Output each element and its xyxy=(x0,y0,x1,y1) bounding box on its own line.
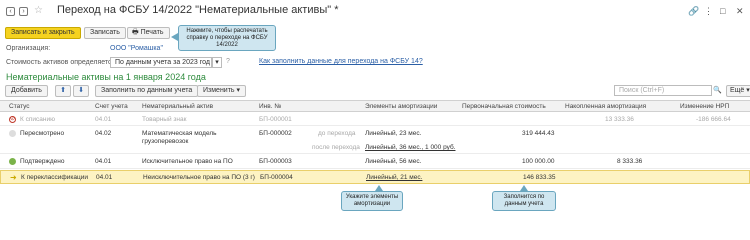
help-icon[interactable]: ? xyxy=(226,58,230,65)
row-asset: Неисключительное право на ПО (3 г) xyxy=(143,174,255,181)
title-bar: ‹ › ☆ Переход на ФСБУ 14/2022 "Нематериа… xyxy=(0,0,750,22)
row-inv: БП-000002 xyxy=(259,130,292,137)
table-header: Статус Счет учета Нематериальный актив И… xyxy=(0,100,750,112)
row-accumulated: 13 333.36 xyxy=(605,116,634,123)
row-inv: БП-000004 xyxy=(260,174,293,181)
row-note-after: после перехода xyxy=(312,144,360,151)
print-button[interactable]: 🖶 Печать xyxy=(127,27,170,39)
row-asset: Математическая модель грузоперевозок xyxy=(142,130,217,145)
help-link[interactable]: Как заполнить данные для перехода на ФСБ… xyxy=(259,58,423,65)
row-amortization[interactable]: Линейный, 23 мес. xyxy=(365,130,421,137)
col-amortization[interactable]: Элементы амортизации xyxy=(365,103,437,110)
status-icon xyxy=(9,130,16,137)
reclassify-arrow-icon: ➜ xyxy=(10,173,17,182)
more-icon[interactable]: ⋮ xyxy=(704,6,713,17)
move-down-icon[interactable]: ⬇ xyxy=(73,85,89,97)
row-status: К переклассификации xyxy=(21,174,88,181)
row-note: до перехода xyxy=(318,130,356,137)
row-accumulated: 8 333.36 xyxy=(617,158,643,165)
col-account[interactable]: Счет учета xyxy=(95,103,128,110)
cost-method-label: Стоимость активов определяется: xyxy=(6,59,118,66)
cost-method-value: По данным учета за 2023 год xyxy=(115,59,210,66)
row-asset: Товарный знак xyxy=(142,116,187,123)
cancel-status-icon: ⊘ xyxy=(9,116,16,123)
more-actions-button[interactable]: Ещё ▾ xyxy=(726,85,750,97)
row-account: 04.02 xyxy=(95,130,112,137)
section-title: Нематериальные активы на 1 января 2024 г… xyxy=(6,72,206,82)
search-input[interactable]: Поиск (Ctrl+F) xyxy=(614,85,712,96)
back-arrow-icon[interactable]: ‹ xyxy=(6,7,15,16)
row-initial-cost: 100 000.00 xyxy=(522,158,555,165)
dropdown-icon[interactable]: ▾ xyxy=(212,57,222,68)
print-label: Печать xyxy=(140,29,164,36)
col-initial-cost[interactable]: Первоначальная стоимость xyxy=(462,103,546,110)
col-asset[interactable]: Нематериальный актив xyxy=(142,103,213,110)
cost-method-select[interactable]: По данным учета за 2023 год xyxy=(110,57,212,68)
maximize-icon[interactable]: □ xyxy=(720,6,725,16)
save-button[interactable]: Записать xyxy=(84,27,126,39)
organization-value[interactable]: ООО "Ромашка" xyxy=(110,45,163,52)
row-asset: Исключительное право на ПО xyxy=(142,158,233,165)
page-title: Переход на ФСБУ 14/2022 "Нематериальные … xyxy=(57,4,339,16)
forward-arrow-icon[interactable]: › xyxy=(19,7,28,16)
row-nrp: -186 666.64 xyxy=(696,116,731,123)
row-inv: БП-000003 xyxy=(259,158,292,165)
col-inv[interactable]: Инв. № xyxy=(259,103,281,110)
row-initial-cost: 319 444.43 xyxy=(522,130,555,137)
row-status: К списанию xyxy=(20,116,55,123)
row-amortization[interactable]: Линейный, 56 мес. xyxy=(365,158,421,165)
row-inv: БП-000001 xyxy=(259,116,292,123)
row-initial-cost: 146 833.35 xyxy=(523,174,556,181)
change-button[interactable]: Изменить ▾ xyxy=(197,85,247,97)
amort-tooltip: Укажите элементы амортизации xyxy=(341,191,403,211)
table-row[interactable]: ⊘ К списанию 04.01 Товарный знак БП-0000… xyxy=(0,113,750,126)
row-account: 04.01 xyxy=(96,174,113,181)
check-status-icon xyxy=(9,158,16,165)
fill-from-accounting-button[interactable]: Заполнить по данным учета xyxy=(95,85,199,97)
post-and-close-button[interactable]: Записать и закрыть xyxy=(5,27,81,39)
print-tooltip-arrow xyxy=(171,33,178,41)
col-status[interactable]: Статус xyxy=(9,103,30,110)
printer-icon: 🖶 xyxy=(132,29,139,36)
col-accumulated[interactable]: Накопленная амортизация xyxy=(565,103,646,110)
row-account: 04.01 xyxy=(95,158,112,165)
print-tooltip: Нажмите, чтобы распечатать справку о пер… xyxy=(178,25,276,51)
organization-label: Организация: xyxy=(6,45,51,52)
search-icon[interactable]: 🔍 xyxy=(713,86,722,94)
move-up-icon[interactable]: ⬆ xyxy=(55,85,71,97)
row-amortization[interactable]: Линейный, 21 мес. xyxy=(366,174,422,181)
row-amortization-after[interactable]: Линейный, 36 мес., 1 000 руб. xyxy=(365,144,456,151)
row-status: Пересмотрено xyxy=(20,130,65,137)
star-icon[interactable]: ☆ xyxy=(34,5,43,16)
table-row[interactable]: Подтверждено 04.01 Исключительное право … xyxy=(0,155,750,169)
row-status: Подтверждено xyxy=(20,158,65,165)
close-icon[interactable]: ✕ xyxy=(736,6,744,17)
initial-cost-tooltip: Заполнится по данным учета xyxy=(492,191,556,211)
table-row-selected[interactable]: ➜ К переклассификации 04.01 Неисключител… xyxy=(0,170,750,184)
table-row[interactable]: Пересмотрено 04.02 Математическая модель… xyxy=(0,127,750,154)
add-button[interactable]: Добавить xyxy=(5,85,48,97)
link-icon[interactable]: 🔗 xyxy=(688,6,699,17)
row-account: 04.01 xyxy=(95,116,112,123)
col-nrp-change[interactable]: Изменение НРП xyxy=(680,103,729,110)
change-label: Изменить xyxy=(203,87,235,94)
